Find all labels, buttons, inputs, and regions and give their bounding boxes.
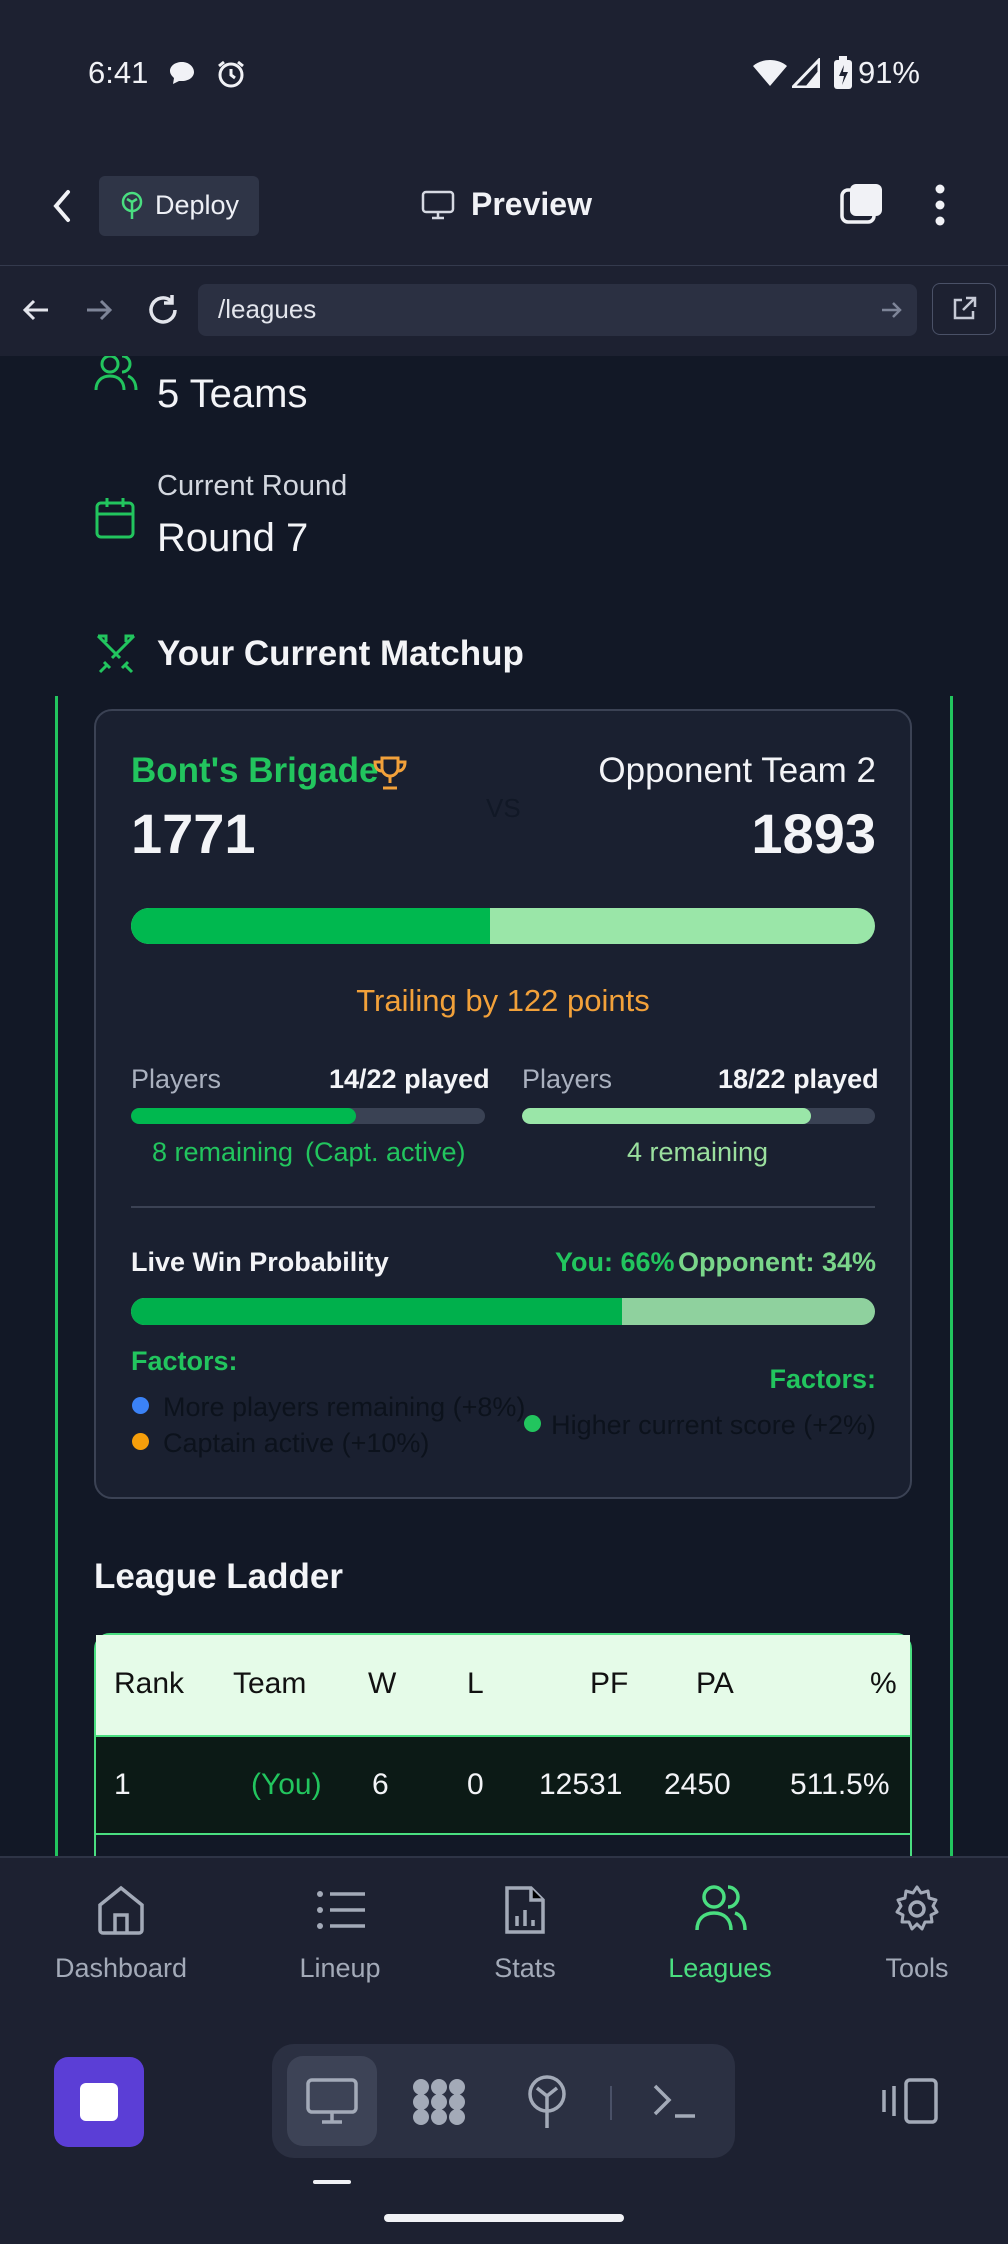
preview-title[interactable]: Preview — [471, 186, 592, 223]
tabs-icon[interactable] — [838, 181, 886, 229]
factor-more-players: More players remaining (+8%) — [163, 1392, 526, 1422]
battery-percent: 91% — [857, 55, 920, 90]
wifi-icon — [752, 58, 788, 88]
header-l[interactable]: L — [467, 1667, 484, 1701]
factors-label-right: Factors: — [769, 1364, 876, 1394]
league-ladder-title: League Ladder — [94, 1557, 343, 1596]
gear-icon — [892, 1884, 942, 1934]
header-pa[interactable]: PA — [696, 1667, 734, 1701]
more-icon[interactable] — [932, 183, 948, 227]
battery-icon — [833, 56, 853, 90]
status-time: 6:41 — [88, 55, 149, 90]
my-players-label: Players — [131, 1064, 222, 1094]
nav-label-stats: Stats — [494, 1953, 556, 1983]
score-comparison-bar — [131, 908, 875, 944]
monitor-view-icon — [305, 2076, 359, 2126]
stats-file-icon — [503, 1884, 547, 1936]
calendar-icon — [94, 496, 136, 540]
browser-back-icon[interactable] — [20, 295, 52, 325]
opp-remaining: 4 remaining — [627, 1137, 769, 1167]
my-players-played: 14/22 played — [329, 1064, 490, 1094]
monitor-icon — [421, 189, 455, 221]
captain-active: (Capt. active) — [305, 1137, 466, 1167]
opp-players-bar-fill — [522, 1108, 811, 1124]
my-remaining: 8 remaining — [152, 1137, 294, 1167]
home-gesture-bar[interactable] — [384, 2214, 624, 2222]
row-pa: 2450 — [664, 1768, 731, 1801]
row-l: 0 — [467, 1768, 484, 1801]
trophy-icon — [372, 755, 408, 791]
teams-count: 5 Teams — [157, 372, 308, 416]
my-team-name[interactable]: Bont's Brigade — [131, 751, 379, 791]
header-rank[interactable]: Rank — [114, 1667, 184, 1701]
opponent-probability: Opponent: 34% — [677, 1247, 876, 1277]
round-value: Round 7 — [157, 516, 309, 560]
factors-label-left: Factors: — [131, 1346, 238, 1376]
terminal-icon[interactable] — [651, 2080, 699, 2122]
factor-dot-blue — [132, 1397, 149, 1414]
round-label: Current Round — [157, 470, 348, 502]
segment-divider — [610, 2086, 612, 2120]
matchup-divider — [131, 1206, 875, 1208]
home-icon — [95, 1885, 147, 1935]
nav-label-dashboard: Dashboard — [54, 1953, 188, 1983]
list-icon — [315, 1888, 367, 1932]
vs-label: VS — [486, 793, 521, 823]
trailing-status: Trailing by 122 points — [356, 983, 650, 1018]
opponent-score: 1893 — [751, 802, 876, 865]
opp-players-bar — [522, 1108, 875, 1124]
users-nav-icon — [695, 1884, 747, 1934]
you-probability: You: 66% — [555, 1247, 675, 1277]
opp-players-played: 18/22 played — [718, 1064, 879, 1094]
users-icon — [94, 356, 138, 398]
my-players-bar — [131, 1108, 485, 1124]
nav-label-lineup: Lineup — [299, 1953, 381, 1983]
stop-icon — [80, 2083, 118, 2121]
header-pf[interactable]: PF — [590, 1667, 628, 1701]
header-pct[interactable]: % — [870, 1667, 897, 1701]
alarm-icon — [215, 58, 247, 90]
factor-dot-green — [524, 1415, 541, 1432]
deploy-icon — [118, 191, 146, 221]
reload-icon[interactable] — [145, 292, 181, 328]
nav-label-tools: Tools — [885, 1953, 949, 1983]
my-players-bar-fill — [131, 1108, 357, 1124]
win-probability-you — [131, 1298, 623, 1325]
win-probability-label: Live Win Probability — [131, 1247, 389, 1277]
go-icon[interactable] — [880, 299, 904, 321]
score-bar-you — [131, 908, 491, 944]
nav-label-leagues: Leagues — [668, 1953, 772, 1983]
signal-icon — [792, 58, 820, 88]
ladder-header-row — [96, 1635, 910, 1735]
factor-dot-orange — [132, 1433, 149, 1450]
deploy-label: Deploy — [155, 190, 240, 220]
factor-captain-active: Captain active (+10%) — [163, 1428, 430, 1458]
row-team: (You) — [251, 1768, 322, 1801]
row-rank: 1 — [114, 1768, 131, 1801]
matchup-title: Your Current Matchup — [157, 634, 524, 673]
url-text: /leagues — [218, 294, 317, 324]
header-w[interactable]: W — [368, 1667, 396, 1701]
external-link-icon — [950, 295, 978, 323]
browser-forward-icon[interactable] — [83, 295, 115, 325]
opponent-team-name[interactable]: Opponent Team 2 — [598, 751, 876, 791]
header-team[interactable]: Team — [233, 1667, 306, 1701]
split-view-icon[interactable] — [880, 2076, 940, 2126]
deploy-tree-icon[interactable] — [523, 2074, 571, 2130]
row-w: 6 — [372, 1768, 389, 1801]
status-bar — [0, 0, 1008, 150]
workflow-icon[interactable] — [411, 2077, 467, 2127]
chat-bubble-icon — [167, 58, 197, 88]
opp-players-label: Players — [522, 1064, 613, 1094]
row-pct: 511.5% — [790, 1768, 890, 1801]
win-probability-bar — [131, 1298, 875, 1325]
back-icon[interactable] — [48, 186, 78, 226]
active-indicator — [313, 2180, 351, 2184]
table-row[interactable] — [96, 1735, 910, 1835]
my-score: 1771 — [131, 802, 256, 865]
factor-higher-score: Higher current score (+2%) — [551, 1410, 876, 1440]
row-pf: 12531 — [539, 1768, 623, 1801]
swords-icon — [94, 632, 138, 676]
